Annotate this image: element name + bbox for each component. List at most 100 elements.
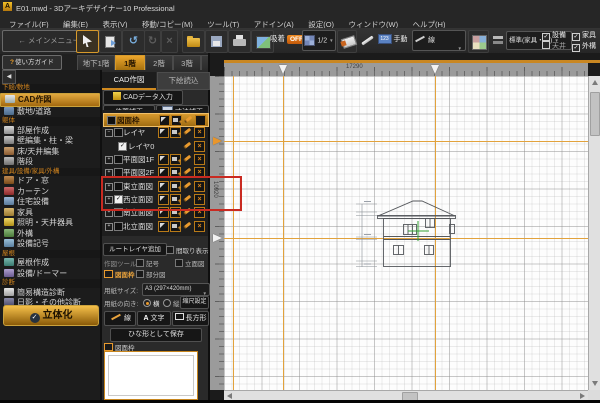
vertical-ruler[interactable]: 10920 bbox=[210, 76, 225, 390]
sidebar-item-furniture[interactable]: 家具 bbox=[0, 208, 100, 219]
help-guide-button[interactable]: ?使い方ガイド bbox=[2, 55, 62, 70]
vertical-scrollbar[interactable] bbox=[588, 76, 600, 390]
grid-scale-dropdown[interactable]: 1/2▼ bbox=[302, 30, 336, 51]
layer-checkbox[interactable] bbox=[114, 128, 123, 137]
view-checkbox-equipment[interactable]: ✓設備 bbox=[542, 30, 566, 41]
layer-select-icon[interactable] bbox=[159, 115, 170, 126]
scroll-down-icon[interactable] bbox=[592, 381, 598, 386]
sidebar-item-roof-create[interactable]: 屋根作成 bbox=[0, 258, 100, 269]
sidebar-item-curtain[interactable]: カーテン bbox=[0, 187, 100, 198]
layer-edit-icon[interactable] bbox=[182, 141, 191, 150]
sidebar-item-room-create[interactable]: 部屋作成 bbox=[0, 126, 100, 137]
ruler-guide-marker[interactable] bbox=[213, 137, 222, 145]
layer-row-north-elevation[interactable]: + 北立面図 + × bbox=[103, 220, 207, 232]
layer-row-layer[interactable]: − レイヤ + × bbox=[103, 126, 207, 138]
layer-select-icon[interactable] bbox=[158, 127, 169, 138]
layer-checkbox[interactable]: ✓ bbox=[118, 142, 127, 151]
sidebar-item-housing-equipment[interactable]: 住宅設備 bbox=[0, 197, 100, 208]
sidebar-item-floor-ceiling[interactable]: 床/天井編集 bbox=[0, 147, 100, 158]
line-style-dropdown[interactable]: 線▼ bbox=[412, 30, 466, 51]
scale-settings-button[interactable]: 縮尺設定 bbox=[180, 296, 209, 309]
rectangle-tool-button[interactable]: 長方形 bbox=[172, 311, 209, 326]
print-button[interactable] bbox=[228, 30, 251, 53]
scroll-left-icon[interactable] bbox=[227, 393, 232, 399]
tree-expander-icon[interactable]: − bbox=[105, 129, 113, 137]
layer-delete-icon[interactable]: × bbox=[194, 221, 205, 232]
layer-delete-icon[interactable]: × bbox=[194, 127, 205, 138]
layer-checkbox[interactable] bbox=[114, 222, 123, 231]
floor-tab-2f[interactable]: 2階 bbox=[145, 55, 173, 71]
layer-edit-icon[interactable] bbox=[182, 221, 191, 230]
select-tool-button[interactable] bbox=[76, 30, 99, 53]
save-template-button[interactable]: ひな形として保存 bbox=[110, 328, 202, 342]
madori-checkbox[interactable]: 間取り表示 bbox=[166, 245, 209, 255]
text-tool-button[interactable]: A文字 bbox=[137, 311, 171, 326]
draw-tool-option-frame[interactable]: 図面枠 bbox=[104, 269, 135, 279]
floor-tab-3f[interactable]: 3階 bbox=[173, 55, 201, 71]
view-checkbox-ceiling[interactable]: 天井 bbox=[542, 41, 566, 51]
transform-tool-button[interactable] bbox=[99, 30, 122, 53]
open-file-button[interactable] bbox=[182, 30, 205, 53]
sidebar-item-equipment-symbol[interactable]: 設備記号 bbox=[0, 239, 100, 250]
redo-button[interactable]: ↻ bbox=[144, 30, 161, 53]
sidebar-item-stairs[interactable]: 階段 bbox=[0, 157, 100, 168]
ruler-guide-marker[interactable] bbox=[431, 65, 439, 74]
layer-delete-icon[interactable]: × bbox=[194, 154, 205, 165]
layer-copy-icon[interactable]: + bbox=[170, 127, 181, 138]
layer-edit-icon[interactable] bbox=[182, 167, 191, 176]
sidebar-item-exterior[interactable]: 外構 bbox=[0, 229, 100, 240]
ruler-guide-marker[interactable] bbox=[213, 234, 222, 242]
measure-mode-dropdown[interactable]: 123手動▼ bbox=[376, 30, 409, 49]
layer-edit-icon[interactable] bbox=[183, 115, 192, 124]
pen-button[interactable] bbox=[357, 30, 374, 51]
sidebar-item-door-window[interactable]: ドア・窓 bbox=[0, 176, 100, 187]
tree-expander-icon[interactable]: + bbox=[105, 156, 113, 164]
floor-tab-1f[interactable]: 1階 bbox=[115, 55, 145, 71]
solidify-3d-button[interactable]: ✓立体化 bbox=[3, 305, 99, 326]
layer-edit-icon[interactable] bbox=[182, 154, 191, 163]
panel-tab-cad-draw[interactable]: CAD作図 bbox=[102, 72, 156, 90]
layer-delete-icon[interactable]: × bbox=[194, 141, 205, 152]
draw-tool-option-partial[interactable]: 部分図 bbox=[136, 269, 166, 279]
orientation-landscape-radio[interactable]: 横 bbox=[143, 298, 160, 308]
layer-edit-icon[interactable] bbox=[182, 127, 191, 136]
sidebar-collapse-button[interactable]: ◀ bbox=[2, 70, 16, 84]
tree-expander-icon[interactable]: + bbox=[105, 223, 113, 231]
sidebar-item-wall-pillar-beam[interactable]: 壁編集・柱・梁 bbox=[0, 136, 100, 147]
layer-select-icon[interactable] bbox=[158, 154, 169, 165]
layer-copy-icon[interactable]: + bbox=[171, 115, 182, 126]
layer-copy-icon[interactable]: + bbox=[170, 221, 181, 232]
floorplan-view-button[interactable] bbox=[468, 30, 489, 53]
eraser-button[interactable] bbox=[337, 30, 357, 53]
panel-tab-underlay-import[interactable]: 下絵読込 bbox=[157, 72, 210, 90]
view-checkbox-exterior[interactable]: ✓外構 bbox=[572, 41, 596, 52]
layer-row-frame[interactable]: 図面枠 + bbox=[103, 113, 209, 127]
layer-row-plan-1f[interactable]: + 平面図1F + × bbox=[103, 153, 207, 165]
sidebar-item-dormer[interactable]: 設備/ドーマー bbox=[0, 269, 100, 280]
sidebar-item-site-road[interactable]: 敷地/道路 bbox=[0, 107, 100, 118]
layer-delete-icon[interactable] bbox=[195, 115, 206, 126]
sidebar-item-cad-draw[interactable]: CAD作図 bbox=[0, 93, 100, 107]
paper-size-dropdown[interactable]: A3 (297×420mm)▼ bbox=[142, 283, 210, 296]
vertical-scrollbar-thumb[interactable] bbox=[590, 92, 600, 136]
add-root-layer-button[interactable]: ルートレイヤ追加 bbox=[103, 243, 167, 256]
sidebar-item-structure-diagnosis[interactable]: 簡易構造診断 bbox=[0, 288, 100, 299]
floor-tab-basement[interactable]: 地下1階 bbox=[77, 55, 115, 71]
scroll-up-icon[interactable] bbox=[592, 80, 598, 85]
ruler-guide-marker[interactable] bbox=[279, 65, 287, 74]
snap-toggle[interactable]: 吸着OFF bbox=[270, 33, 306, 44]
layer-stack-button[interactable] bbox=[489, 30, 504, 51]
delete-button[interactable]: × bbox=[161, 30, 178, 53]
sidebar-item-lighting[interactable]: 照明・天井器具 bbox=[0, 218, 100, 229]
line-tool-button[interactable]: 線 bbox=[104, 311, 136, 326]
layer-checkbox[interactable] bbox=[114, 155, 123, 164]
draw-tool-option-symbol[interactable]: 記号 bbox=[136, 258, 159, 268]
save-button[interactable] bbox=[205, 30, 228, 53]
layer-copy-icon[interactable]: + bbox=[170, 154, 181, 165]
scroll-right-icon[interactable] bbox=[580, 393, 585, 399]
drawing-canvas[interactable] bbox=[224, 76, 588, 390]
view-checkbox-furniture[interactable]: ✓家具 bbox=[572, 30, 596, 41]
layer-row-layer0[interactable]: ✓ レイヤ0 × bbox=[103, 140, 207, 152]
draw-tool-option-elevation[interactable]: 立面図 bbox=[175, 258, 205, 268]
orientation-portrait-radio[interactable]: 縦 bbox=[163, 298, 180, 308]
